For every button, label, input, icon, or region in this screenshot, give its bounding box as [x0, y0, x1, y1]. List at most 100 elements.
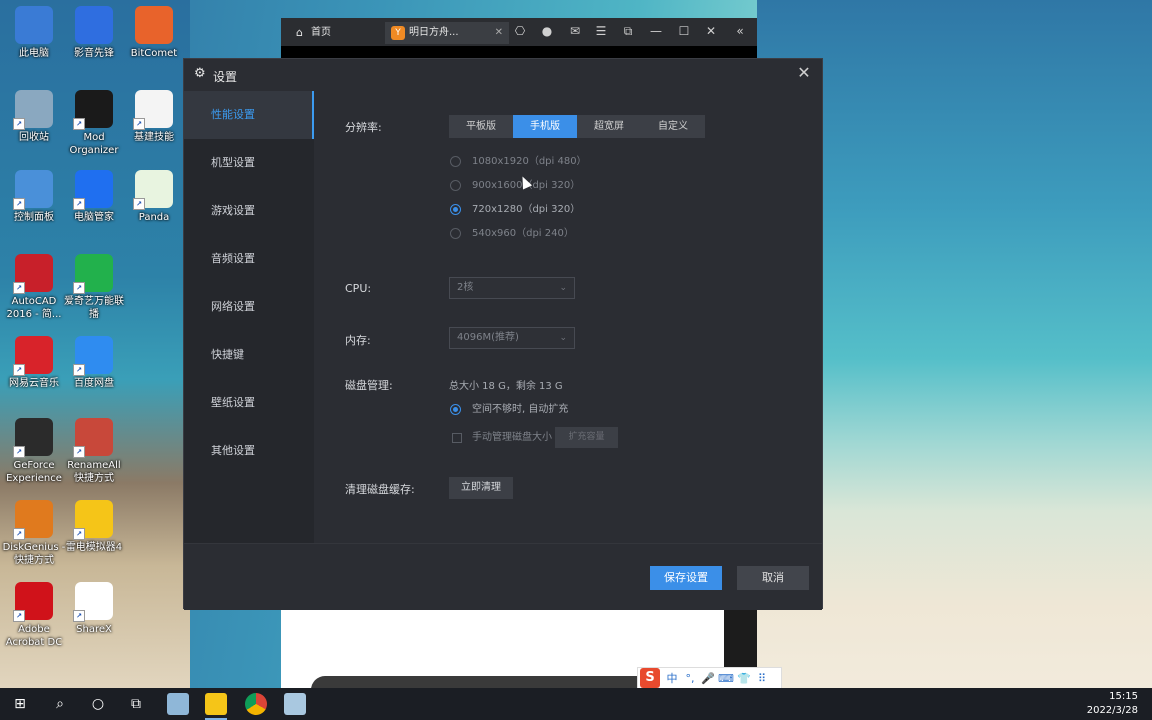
system-clock[interactable]: 15:15 2022/3/28 — [1087, 690, 1138, 718]
desktop-icon-label: 雷电模拟器4 — [65, 542, 123, 553]
desktop-icon[interactable]: ↗ AutoCAD 2016 - 简... — [2, 254, 66, 321]
settings-sidebar: 性能设置 机型设置 游戏设置 音频设置 网络设置 快捷键 壁纸设置 其他设置 — [184, 91, 314, 543]
desktop-icon-label: 基建技能 — [134, 132, 174, 143]
clean-cache-label: 清理磁盘缓存: — [345, 483, 415, 496]
desktop-icon[interactable]: ↗ Panda — [122, 170, 186, 224]
tab-home[interactable]: ⌂ 首页 — [287, 22, 399, 44]
skin-icon[interactable]: 👕 — [735, 672, 753, 685]
desktop-icon[interactable]: ↗ 回收站 — [2, 90, 66, 144]
close-icon[interactable]: ✕ — [704, 24, 718, 38]
dialog-title: 设置 — [213, 70, 238, 84]
sidebar-item-performance[interactable]: 性能设置 — [184, 91, 314, 139]
sidebar-item-audio[interactable]: 音频设置 — [184, 235, 314, 283]
keyboard-icon[interactable]: ⌨ — [717, 672, 735, 685]
ldplayer-icon: ↗ — [73, 500, 113, 540]
clock-date: 2022/3/28 — [1086, 705, 1138, 716]
desktop-icon[interactable]: 此电脑 — [2, 6, 66, 60]
shortcut-arrow-icon: ↗ — [13, 282, 25, 294]
sidebar-item-shortcuts[interactable]: 快捷键 — [184, 331, 314, 379]
sharex-icon: ↗ — [73, 582, 113, 622]
microphone-icon[interactable]: 🎤 — [699, 672, 717, 685]
clean-now-button[interactable]: 立即清理 — [449, 477, 513, 499]
desktop-icon-label: BitComet — [130, 48, 178, 59]
desktop-icon-label: GeForce Experience — [6, 460, 62, 484]
desktop-icon[interactable]: ↗ 百度网盘 — [62, 336, 126, 390]
tab-close-icon[interactable]: ✕ — [495, 22, 503, 44]
expand-capacity-button[interactable]: 扩充容量 — [555, 427, 618, 448]
ime-lang[interactable]: 中 — [663, 670, 681, 686]
dialog-footer: 保存设置 取消 — [184, 543, 822, 610]
shortcut-arrow-icon: ↗ — [13, 198, 25, 210]
desktop-icon[interactable]: ↗ ShareX — [62, 582, 126, 636]
desktop-icon[interactable]: ↗ 基建技能 — [122, 90, 186, 144]
taskbar-chrome-icon[interactable] — [245, 693, 267, 715]
gamepad-icon[interactable]: ⎔ — [513, 24, 527, 38]
sidebar-item-network[interactable]: 网络设置 — [184, 283, 314, 331]
cpu-select[interactable]: 2核 ⌄ — [449, 277, 575, 299]
tab-game[interactable]: Y 明日方舟... ✕ — [385, 22, 509, 44]
desktop-icon-label: RenameAll 快捷方式 — [67, 460, 121, 484]
chevron-down-icon: ⌄ — [559, 283, 567, 293]
tab-ultrawide[interactable]: 超宽屏 — [577, 115, 641, 138]
sidebar-item-wallpaper[interactable]: 壁纸设置 — [184, 379, 314, 427]
resolution-tabs: 平板版 手机版 超宽屏 自定义 — [449, 115, 705, 138]
collapse-icon[interactable]: « — [733, 24, 747, 38]
radio-button[interactable] — [450, 156, 461, 167]
radio-button[interactable] — [450, 228, 461, 239]
taskbar-app-anime-icon[interactable] — [167, 693, 189, 715]
desktop-icon[interactable]: BitComet — [122, 6, 186, 60]
close-icon[interactable]: ✕ — [796, 65, 812, 81]
disk-label: 磁盘管理: — [345, 379, 393, 392]
sidebar-item-other[interactable]: 其他设置 — [184, 427, 314, 475]
desktop-icon[interactable]: ↗ Adobe Acrobat DC — [2, 582, 66, 649]
renameall-icon: ↗ — [73, 418, 113, 458]
task-view-icon[interactable]: ⧉ — [124, 692, 148, 716]
gear-icon: ⚙ — [194, 66, 206, 81]
minimize-icon[interactable]: — — [649, 24, 663, 38]
radio-button[interactable] — [450, 180, 461, 191]
desktop-icon[interactable]: ↗ GeForce Experience — [2, 418, 66, 485]
clock-time: 15:15 — [1109, 691, 1138, 702]
desktop-icon[interactable]: ↗ DiskGenius - 快捷方式 — [2, 500, 66, 567]
desktop-icon[interactable]: ↗ 电脑管家 — [62, 170, 126, 224]
control-panel-icon: ↗ — [13, 170, 53, 210]
resolution-label: 分辨率: — [345, 121, 382, 134]
shortcut-arrow-icon: ↗ — [73, 528, 85, 540]
dialog-titlebar: ⚙ 设置 ✕ — [184, 59, 822, 91]
cancel-button[interactable]: 取消 — [737, 566, 809, 590]
radio-button-selected[interactable] — [450, 204, 461, 215]
desktop-icon[interactable]: ↗ Mod Organizer — [62, 90, 126, 157]
desktop-icon-label: Panda — [138, 212, 170, 223]
shortcut-arrow-icon: ↗ — [73, 118, 85, 130]
save-settings-button[interactable]: 保存设置 — [650, 566, 722, 590]
taskbar-ldplayer-icon[interactable] — [205, 693, 227, 715]
desktop-icon[interactable]: 影音先锋 — [62, 6, 126, 60]
desktop-icon[interactable]: ↗ 网易云音乐 — [2, 336, 66, 390]
tab-tablet[interactable]: 平板版 — [449, 115, 513, 138]
computer-icon — [15, 6, 53, 44]
menu-icon[interactable]: ☰ — [594, 24, 608, 38]
sidebar-item-game[interactable]: 游戏设置 — [184, 187, 314, 235]
tab-phone[interactable]: 手机版 — [513, 115, 577, 138]
apps-grid-icon[interactable]: ⠿ — [753, 672, 771, 685]
start-windows-icon[interactable]: ⊞ — [8, 692, 32, 716]
desktop-icon[interactable]: ↗ RenameAll 快捷方式 — [62, 418, 126, 485]
mail-icon[interactable]: ✉ — [568, 24, 582, 38]
memory-select[interactable]: 4096M(推荐) ⌄ — [449, 327, 575, 349]
search-icon[interactable]: ⌕ — [48, 692, 72, 716]
restore-icon[interactable]: ⧉ — [621, 24, 635, 38]
desktop-icon[interactable]: ↗ 雷电模拟器4 — [62, 500, 126, 554]
radio-button-selected[interactable] — [450, 404, 461, 415]
taskbar-app-icon[interactable] — [284, 693, 306, 715]
ime-punct[interactable]: °, — [681, 672, 699, 685]
tab-custom[interactable]: 自定义 — [641, 115, 705, 138]
user-icon[interactable]: ● — [540, 24, 554, 38]
checkbox[interactable] — [452, 433, 462, 443]
desktop-icon[interactable]: ↗ 爱奇艺万能联播 — [62, 254, 126, 321]
sidebar-item-device-model[interactable]: 机型设置 — [184, 139, 314, 187]
sogou-logo-icon[interactable]: S — [640, 668, 660, 688]
cortana-icon[interactable]: ○ — [86, 692, 110, 716]
maximize-icon[interactable]: ☐ — [677, 24, 691, 38]
desktop-icon-label: 爱奇艺万能联播 — [64, 296, 124, 320]
desktop-icon[interactable]: ↗ 控制面板 — [2, 170, 66, 224]
